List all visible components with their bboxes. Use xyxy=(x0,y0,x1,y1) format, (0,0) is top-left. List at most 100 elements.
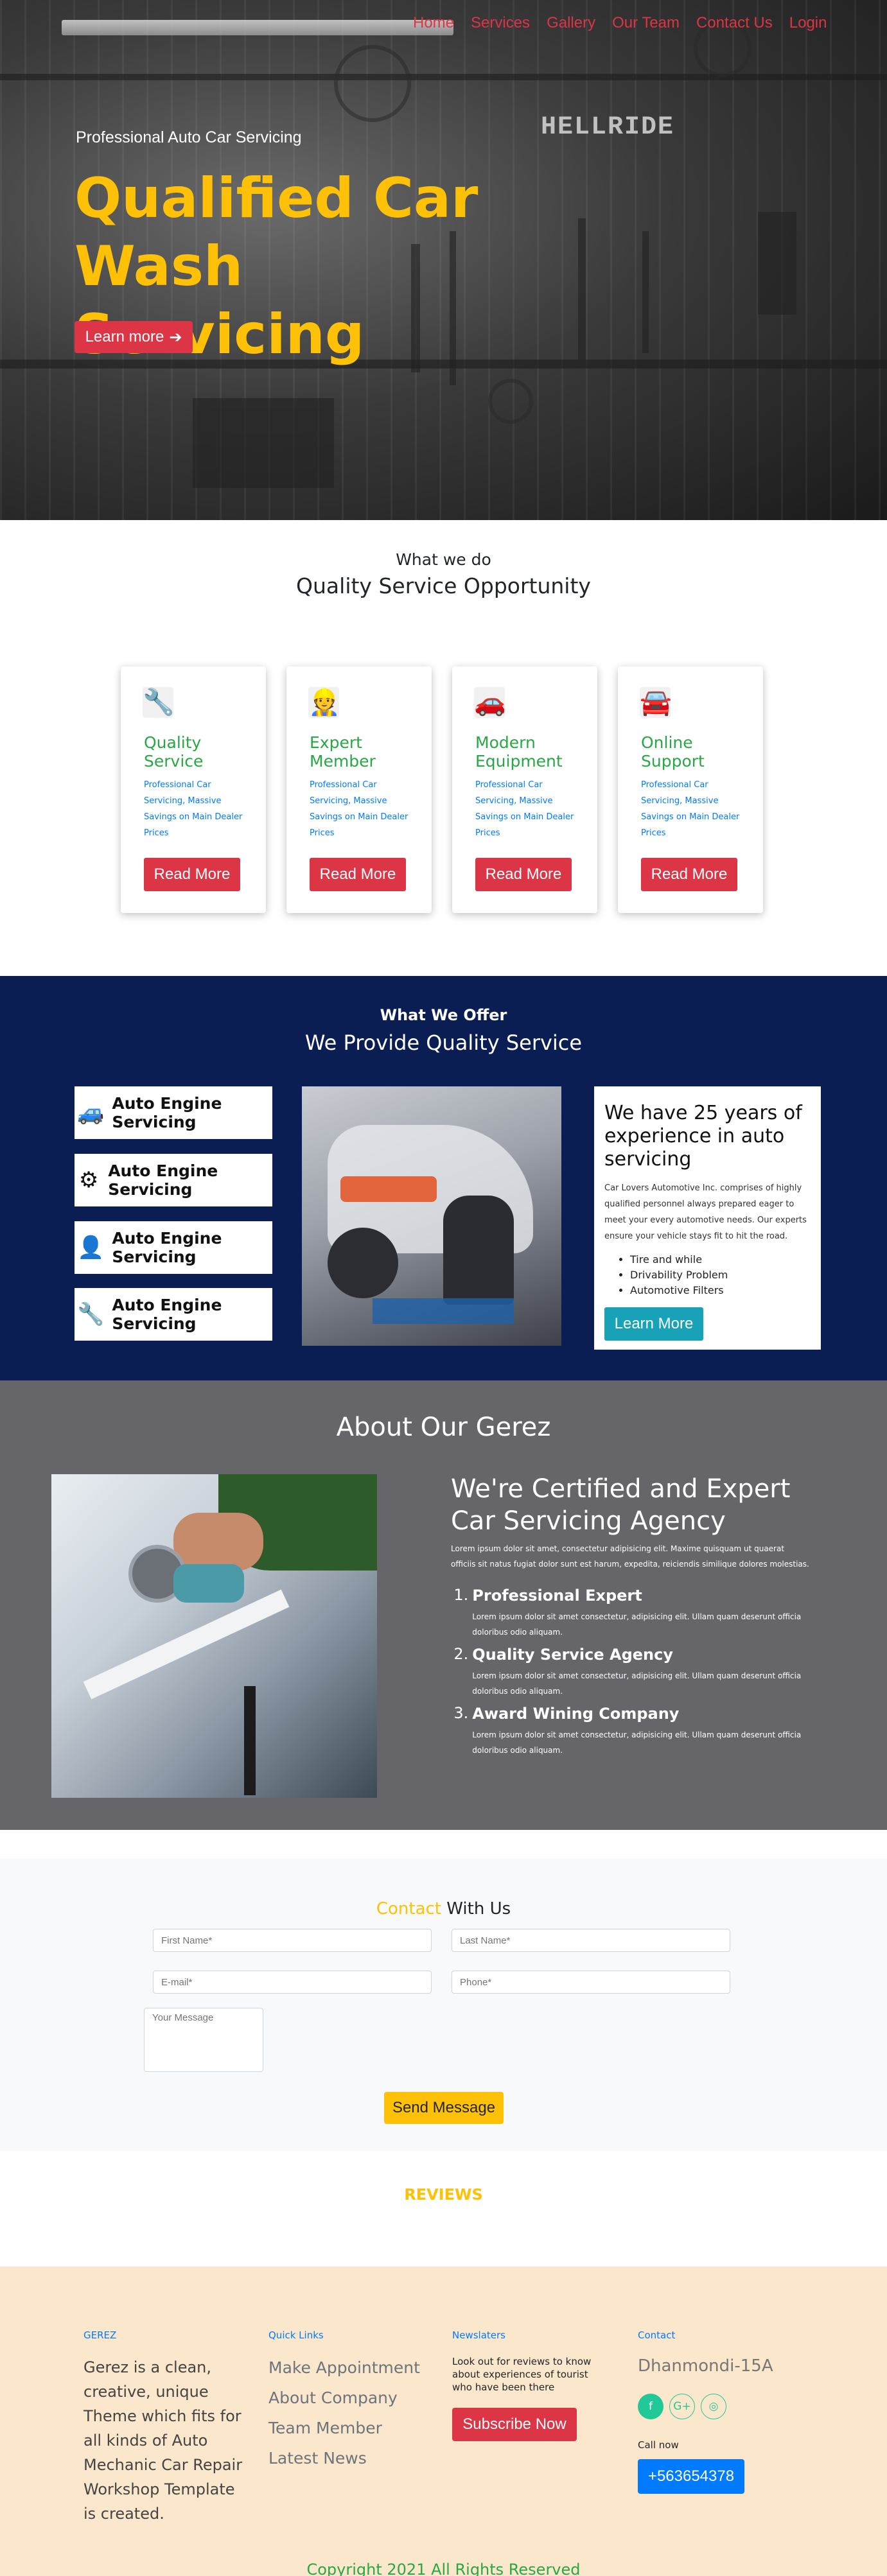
copyright-text: Copyright 2021 All Rights Reserved xyxy=(306,2561,581,2576)
offer-item[interactable]: 🔧 Auto Engine Servicing xyxy=(75,1288,272,1341)
experience-card-text: Car Lovers Automotive Inc. comprises of … xyxy=(604,1183,807,1241)
hero-subtitle: Professional Auto Car Servicing xyxy=(76,128,302,146)
list-item: 1. Professional Expert Lorem ipsum dolor… xyxy=(451,1586,811,1640)
car-stripe-shape xyxy=(340,1176,437,1202)
read-more-button[interactable]: Read More xyxy=(475,858,572,891)
hero-bench xyxy=(193,398,334,488)
experience-card-title: We have 25 years of experience in auto s… xyxy=(604,1102,802,1171)
list-item: Drivability Problem xyxy=(630,1267,811,1283)
hero-shelf-strip xyxy=(62,20,453,35)
nav-gallery[interactable]: Gallery xyxy=(538,14,604,32)
footer-link-make-appointment[interactable]: Make Appointment xyxy=(268,2353,420,2383)
subscribe-button[interactable]: Subscribe Now xyxy=(452,2408,577,2441)
offer-item-label: Auto Engine Servicing xyxy=(108,1162,218,1199)
last-name-field[interactable] xyxy=(452,1929,730,1952)
what-we-do-title: Quality Service Opportunity xyxy=(296,573,591,598)
footer-links-head: Quick Links xyxy=(268,2329,324,2341)
mechanic-figure-shape xyxy=(443,1196,514,1305)
learn-more-label: Learn more xyxy=(85,328,164,345)
metal-frame-shape xyxy=(83,1589,290,1700)
read-more-button[interactable]: Read More xyxy=(144,858,240,891)
learn-more-button[interactable]: Learn More xyxy=(604,1307,703,1341)
contact-title: Contact With Us xyxy=(0,1899,887,1919)
list-item: 2. Quality Service Agency Lorem ipsum do… xyxy=(451,1645,811,1699)
list-item: 3. Award Wining Company Lorem ipsum dolo… xyxy=(451,1704,811,1758)
nav-our-team[interactable]: Our Team xyxy=(604,14,688,32)
footer-brand-head: GEREZ xyxy=(83,2329,117,2341)
footer-news-text: Look out for reviews to know about exper… xyxy=(452,2356,592,2393)
message-field[interactable] xyxy=(144,2008,263,2072)
grinding-work-photo xyxy=(51,1474,377,1798)
offer-item[interactable]: 👤 Auto Engine Servicing xyxy=(75,1221,272,1274)
phone-button[interactable]: +563654378 xyxy=(638,2459,744,2494)
mechanic-car-photo xyxy=(302,1086,561,1346)
phone-field[interactable] xyxy=(452,1971,730,1994)
hellride-sign: HELLRIDE xyxy=(541,113,675,142)
learn-more-button[interactable]: Learn more ➔ xyxy=(75,321,193,353)
list-number: 3. xyxy=(453,1704,469,1722)
list-item: Tire and while xyxy=(630,1252,811,1267)
user-gear-icon: 👤 xyxy=(77,1235,105,1260)
facebook-icon[interactable]: f xyxy=(638,2394,663,2419)
service-card-desc: Professional Car Servicing, Massive Savi… xyxy=(310,780,408,838)
call-now-label: Call now xyxy=(638,2439,679,2451)
experience-card: We have 25 years of experience in auto s… xyxy=(594,1086,821,1350)
hero-rail xyxy=(0,74,887,80)
list-item-title: Award Wining Company xyxy=(472,1705,680,1723)
first-name-field[interactable] xyxy=(153,1929,432,1952)
list-number: 1. xyxy=(453,1586,469,1604)
footer-address: Dhanmondi-15A xyxy=(638,2356,773,2376)
hero-tire-shape xyxy=(488,379,533,424)
service-card-desc: Professional Car Servicing, Massive Savi… xyxy=(641,780,740,838)
hero-tool xyxy=(758,212,796,315)
about-title: About Our Gerez xyxy=(336,1413,551,1442)
arrow-right-icon: ➔ xyxy=(169,328,182,346)
footer-links: Make Appointment About Company Team Memb… xyxy=(268,2353,420,2473)
car-repair-icon: 🔧 xyxy=(143,687,175,718)
google-plus-icon[interactable]: G+ xyxy=(669,2394,695,2419)
cable-shape xyxy=(244,1686,256,1795)
about-list: 1. Professional Expert Lorem ipsum dolor… xyxy=(451,1586,811,1763)
hero-tool xyxy=(578,218,586,360)
offer-item[interactable]: ⚙ Auto Engine Servicing xyxy=(75,1154,272,1206)
instagram-icon[interactable]: ◎ xyxy=(701,2394,726,2419)
nav-login[interactable]: Login xyxy=(781,14,836,32)
service-card: 🚘 Online Support Professional Car Servic… xyxy=(618,666,763,913)
grinder-body-shape xyxy=(173,1564,244,1603)
footer-news-head: Newslaters xyxy=(452,2329,505,2341)
read-more-button[interactable]: Read More xyxy=(310,858,406,891)
send-message-button[interactable]: Send Message xyxy=(384,2092,504,2124)
worker-hand-shape xyxy=(173,1513,263,1571)
gears-icon: ⚙ xyxy=(78,1167,99,1193)
service-card-title: Expert Member xyxy=(310,733,376,770)
hero-tire-shape xyxy=(334,45,411,122)
car-wash-icon: 🚙 xyxy=(77,1100,105,1126)
footer-link-latest-news[interactable]: Latest News xyxy=(268,2443,420,2473)
footer-link-team-member[interactable]: Team Member xyxy=(268,2413,420,2443)
support-icon: 🚘 xyxy=(640,687,672,718)
contact-title-highlight: Contact xyxy=(376,1899,441,1919)
footer-contact-head: Contact xyxy=(638,2329,676,2341)
list-number: 2. xyxy=(453,1645,469,1663)
email-field[interactable] xyxy=(153,1971,432,1994)
read-more-button[interactable]: Read More xyxy=(641,858,737,891)
service-card-title: Quality Service xyxy=(144,733,204,770)
offer-item-label: Auto Engine Servicing xyxy=(112,1296,222,1333)
car-wheel-shape xyxy=(328,1228,398,1298)
list-item-title: Professional Expert xyxy=(472,1587,642,1605)
about-heading: We're Certified and Expert Car Servicing… xyxy=(451,1474,791,1536)
nav-home[interactable]: Home xyxy=(405,14,462,32)
offer-title: We Provide Quality Service xyxy=(304,1031,583,1055)
list-item: Automotive Filters xyxy=(630,1283,811,1298)
mechanic-icon: 👷 xyxy=(308,687,340,718)
offer-item[interactable]: 🚙 Auto Engine Servicing xyxy=(75,1086,272,1139)
main-nav: Home Services Gallery Our Team Contact U… xyxy=(405,14,835,32)
offer-item-label: Auto Engine Servicing xyxy=(112,1094,222,1131)
nav-services[interactable]: Services xyxy=(462,14,538,32)
footer-link-about-company[interactable]: About Company xyxy=(268,2383,420,2413)
footer-brand-text: Gerez is a clean, creative, unique Theme… xyxy=(83,2358,243,2523)
nav-contact-us[interactable]: Contact Us xyxy=(688,14,781,32)
about-text: Lorem ipsum dolor sit amet, consectetur … xyxy=(451,1544,809,1569)
service-card-desc: Professional Car Servicing, Massive Savi… xyxy=(475,780,574,838)
offer-item-label: Auto Engine Servicing xyxy=(112,1229,222,1266)
